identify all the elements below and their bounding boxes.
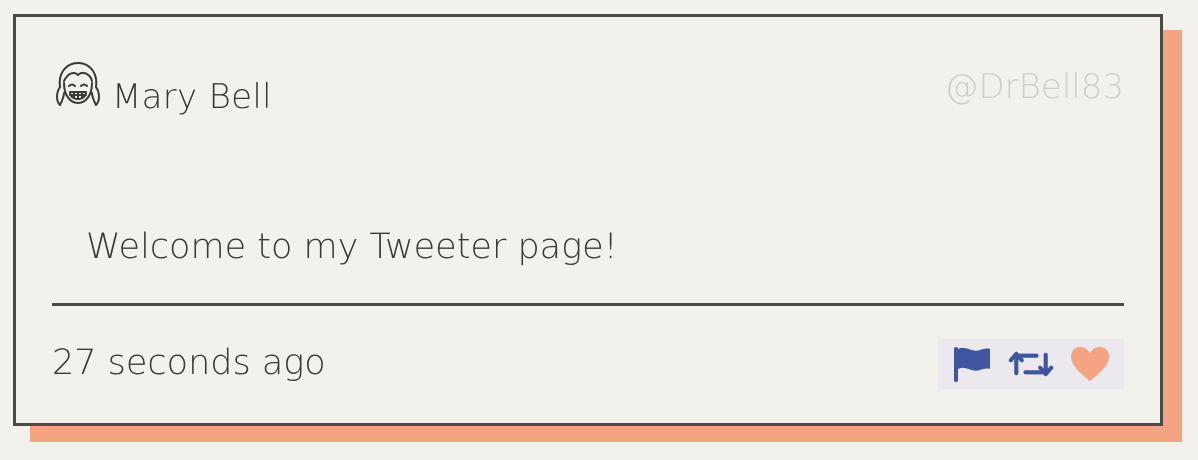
tweet-card: Mary Bell @DrBell83 Welcome to my Tweete… bbox=[13, 14, 1163, 426]
divider bbox=[52, 303, 1124, 306]
retweet-icon[interactable] bbox=[1008, 342, 1054, 386]
tweet-timestamp: 27 seconds ago bbox=[52, 343, 326, 383]
heart-icon[interactable] bbox=[1067, 342, 1113, 386]
author-handle: @DrBell83 bbox=[944, 67, 1125, 107]
tweet-content: Welcome to my Tweeter page! bbox=[86, 227, 618, 267]
author-name: Mary Bell bbox=[112, 77, 272, 117]
tweet-footer: 27 seconds ago bbox=[52, 339, 1124, 389]
flag-icon[interactable] bbox=[949, 342, 995, 386]
girl-avatar-icon bbox=[52, 59, 104, 111]
tweet-header: Mary Bell @DrBell83 bbox=[52, 59, 1124, 119]
page: Mary Bell @DrBell83 Welcome to my Tweete… bbox=[0, 0, 1198, 460]
tweet-actions bbox=[938, 339, 1124, 389]
